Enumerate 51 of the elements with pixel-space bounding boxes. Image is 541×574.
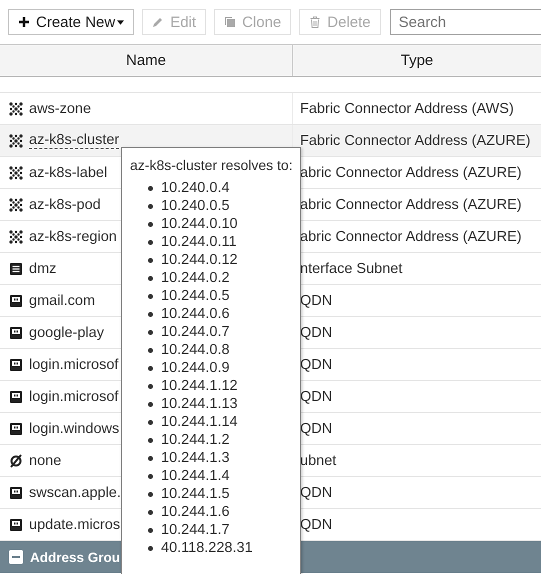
ip-address: 10.244.0.2 [161,270,230,286]
ip-address: 10.244.1.5 [161,486,230,502]
ip-address: 10.244.1.7 [161,522,230,538]
ip-address: 10.244.1.6 [161,504,230,520]
address-name: update.micros [29,516,120,532]
address-type: abric Connector Address (AZURE) [300,164,522,180]
address-name: dmz [29,260,56,276]
group-label: Address Grou [30,550,120,564]
address-type: QDN [300,484,332,500]
tooltip-title: az-k8s-cluster resolves to: [130,157,294,173]
address-type: QDN [300,388,332,404]
address-type: abric Connector Address (AZURE) [300,228,522,244]
address-type: QDN [300,356,332,372]
address-type: QDN [300,420,332,436]
ip-address: 10.244.0.10 [161,216,238,232]
address-name: gmail.com [29,292,96,308]
ip-address: 10.244.0.5 [161,288,230,304]
address-name: login.microsof [29,388,118,404]
address-type: Fabric Connector Address (AWS) [300,100,514,116]
address-type: QDN [300,324,332,340]
address-name: google-play [29,324,104,340]
ip-address: 10.244.1.4 [161,468,230,484]
ip-address: 10.244.0.12 [161,252,238,268]
address-type: abric Connector Address (AZURE) [300,196,522,212]
address-name: login.windows [29,420,120,436]
ip-address: 10.244.1.14 [161,414,238,430]
ip-address: 10.244.0.7 [161,324,230,340]
address-name: az-k8s-cluster [29,132,120,149]
address-name: login.microsof [29,356,118,372]
ip-address: 10.244.0.6 [161,306,230,322]
address-name: az-k8s-region [29,228,117,244]
ip-address: 40.118.228.31 [161,540,253,556]
address-type: ubnet [300,452,336,468]
address-type: QDN [300,292,332,308]
address-name: az-k8s-label [29,164,108,180]
address-name: aws-zone [29,100,92,116]
ip-address: 10.244.0.11 [161,234,237,250]
ip-address: 10.244.1.13 [161,396,238,412]
ip-address: 10.244.1.2 [161,432,230,448]
address-name: swscan.apple. [29,484,121,500]
ip-address: 10.244.1.3 [161,450,230,466]
ip-address: 10.240.0.4 [161,180,230,196]
address-name: none [29,452,62,468]
ip-address: 10.244.1.12 [161,378,238,394]
address-name: az-k8s-pod [29,196,101,212]
address-type: QDN [300,516,332,532]
ip-address: 10.244.0.9 [161,360,230,376]
address-type: nterface Subnet [300,260,402,276]
ip-address: 10.240.0.5 [161,198,230,214]
ip-address: 10.244.0.8 [161,342,230,358]
address-type: Fabric Connector Address (AZURE) [300,132,530,148]
